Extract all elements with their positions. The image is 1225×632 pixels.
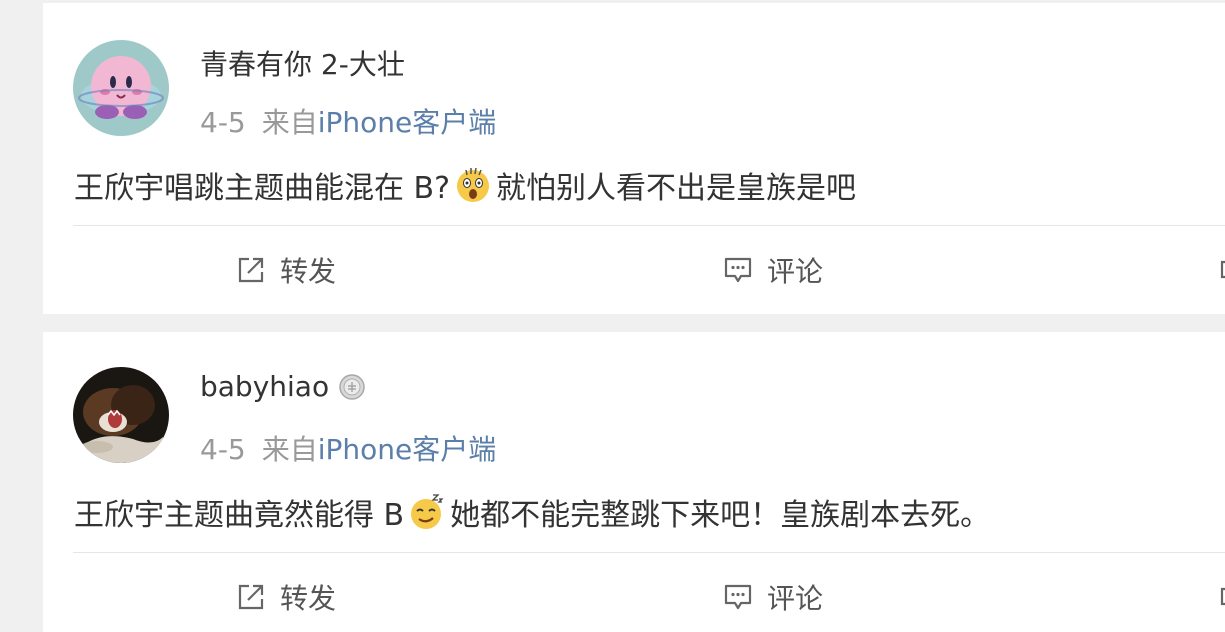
comment-icon (724, 257, 752, 283)
username[interactable]: 青春有你 2-大壮 (200, 43, 405, 83)
smug-emoji-icon (408, 493, 446, 531)
comment-icon (724, 584, 752, 610)
post-content: 王欣宇主题曲竟然能得 B 她都不能完整跳下来吧！皇族剧本去死。 (74, 490, 990, 534)
like-button[interactable] (1219, 250, 1225, 280)
post-card: babyhiao 4-5 来自iPhone客户端 王欣宇主题曲竟然能得 B 她都不… (43, 332, 1225, 632)
repost-label: 转发 (280, 255, 337, 288)
comment-label: 评论 (767, 582, 824, 615)
post-content: 王欣宇唱跳主题曲能混在 B? 就怕别人看不出是皇族是吧 (74, 163, 856, 207)
comment-label: 评论 (767, 255, 824, 288)
like-icon (1220, 260, 1225, 279)
username-text[interactable]: 青春有你 2-大壮 (200, 43, 405, 83)
username-text[interactable]: babyhiao (200, 370, 329, 403)
divider (73, 225, 1225, 226)
comment-button[interactable]: 评论 (723, 577, 823, 617)
post-meta: 4-5 来自iPhone客户端 (200, 101, 496, 141)
content-text-after: 她都不能完整跳下来吧！皇族剧本去死。 (450, 498, 991, 533)
repost-icon (238, 257, 264, 283)
avatar[interactable] (73, 367, 169, 463)
repost-button[interactable]: 转发 (236, 577, 336, 617)
source-label: 来自 (261, 433, 318, 466)
content-text-before: 王欣宇唱跳主题曲能混在 B? (74, 171, 451, 206)
username[interactable]: babyhiao (200, 370, 367, 403)
post-meta: 4-5 来自iPhone客户端 (200, 428, 496, 468)
dog-avatar-image (73, 367, 169, 463)
repost-button[interactable]: 转发 (236, 250, 336, 290)
post-date: 4-5 (200, 433, 246, 466)
kirby-avatar-image (73, 40, 169, 136)
post-date: 4-5 (200, 106, 246, 139)
content-text-after: 就怕别人看不出是皇族是吧 (496, 171, 857, 206)
like-icon (1220, 587, 1225, 606)
source-label: 来自 (261, 106, 318, 139)
client-link[interactable]: iPhone客户端 (318, 106, 497, 139)
client-link[interactable]: iPhone客户端 (318, 433, 497, 466)
avatar[interactable] (73, 40, 169, 136)
content-text-before: 王欣宇主题曲竟然能得 B (74, 498, 405, 533)
shocked-emoji-icon (454, 166, 492, 204)
like-button[interactable] (1219, 577, 1225, 607)
repost-label: 转发 (280, 582, 337, 615)
post-card: 青春有你 2-大壮 4-5 来自iPhone客户端 王欣宇唱跳主题曲能混在 B? … (43, 3, 1225, 314)
divider (73, 552, 1225, 553)
comment-button[interactable]: 评论 (723, 250, 823, 290)
repost-icon (238, 584, 264, 610)
medal-badge-icon[interactable] (337, 372, 367, 402)
